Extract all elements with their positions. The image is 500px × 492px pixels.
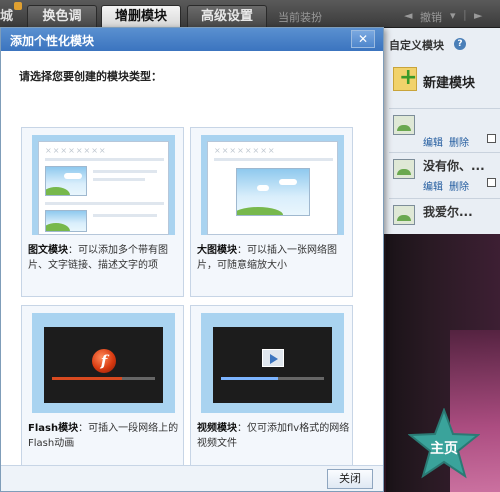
divider xyxy=(214,158,333,161)
dialog-footer: 关闭 xyxy=(1,465,383,491)
placeholder-marks: ×××××××× xyxy=(214,146,276,155)
module-title: 我爱尔... xyxy=(423,205,473,219)
flash-progress-bar xyxy=(52,377,155,380)
divider xyxy=(45,158,164,161)
card-description: 图文模块：可以添加多个带有图片、文字链接、描述文字的项 xyxy=(28,245,168,271)
delete-link[interactable]: 删除 xyxy=(449,178,469,193)
new-badge-icon xyxy=(14,2,22,10)
player-screen xyxy=(213,327,332,403)
dialog-body: 请选择您要创建的模块类型： ×××××××× 图文模块：可以添加多个带有图片、文… xyxy=(1,51,383,475)
card-video-module[interactable]: 视频模块：仅可添加flv格式的网络视频文件 xyxy=(190,305,353,475)
new-module-button[interactable]: 新建模块 xyxy=(389,63,500,99)
card-description: Flash模块：可插入一段网络上的Flash动画 xyxy=(28,423,179,449)
webpage-mockup: ×××××××× xyxy=(38,141,169,235)
custom-modules-panel: 自定义模块 ? 新建模块 编辑 删除 没有你、... 编辑 删除 我爱尔... xyxy=(380,28,500,234)
card-image-text-module[interactable]: ×××××××× 图文模块：可以添加多个带有图片、文字链接、描述文字的项 xyxy=(21,127,184,297)
module-thumbnail-icon xyxy=(393,115,415,135)
edit-link[interactable]: 编辑 xyxy=(423,178,443,193)
module-checkbox[interactable] xyxy=(487,178,496,187)
top-tab-bar: 城 换色调 增删模块 高级设置 当前装扮 ◄ 撤销 ▾ | ► xyxy=(0,0,500,28)
webpage-mockup: ×××××××× xyxy=(207,141,338,235)
card-description: 视频模块：仅可添加flv格式的网络视频文件 xyxy=(197,423,350,449)
panel-title: 自定义模块 xyxy=(389,39,444,52)
placeholder-marks: ×××××××× xyxy=(45,146,107,155)
video-progress-bar xyxy=(221,377,324,380)
module-checkbox[interactable] xyxy=(487,134,496,143)
flash-preview: f xyxy=(32,313,175,413)
help-icon[interactable]: ? xyxy=(454,38,466,50)
progress-fill xyxy=(52,377,123,380)
text-line xyxy=(93,214,157,217)
flash-icon: f xyxy=(92,349,116,373)
card-description: 大图模块：可以插入一张网络图片，可随意缩放大小 xyxy=(197,245,337,271)
dialog-titlebar: 添加个性化模块 ✕ xyxy=(1,28,383,51)
module-item: 编辑 删除 xyxy=(389,108,500,150)
progress-fill xyxy=(221,377,278,380)
landscape-icon xyxy=(236,168,310,216)
chevron-down-icon[interactable]: ▾ xyxy=(450,9,456,22)
big-image-preview: ×××××××× xyxy=(201,135,344,235)
new-module-label: 新建模块 xyxy=(423,76,476,91)
landscape-icon xyxy=(45,210,87,232)
undo-button[interactable]: 撤销 xyxy=(420,9,442,25)
tab-change-color[interactable]: 换色调 xyxy=(27,5,97,28)
text-line xyxy=(93,178,145,181)
card-big-image-module[interactable]: ×××××××× 大图模块：可以插入一张网络图片，可随意缩放大小 xyxy=(190,127,353,297)
video-preview xyxy=(201,313,344,413)
tab-add-remove-modules[interactable]: 增删模块 xyxy=(101,5,181,28)
home-label[interactable]: 主页 xyxy=(430,438,458,458)
card-flash-module[interactable]: f Flash模块：可插入一段网络上的Flash动画 xyxy=(21,305,184,475)
redo-arrow-icon[interactable]: ► xyxy=(474,9,482,22)
edit-link[interactable]: 编辑 xyxy=(423,134,443,149)
module-thumbnail-icon xyxy=(393,159,415,179)
undo-arrow-icon[interactable]: ◄ xyxy=(404,9,412,22)
player-screen: f xyxy=(44,327,163,403)
module-item: 没有你、... 编辑 删除 xyxy=(389,152,500,194)
current-dress-link[interactable]: 当前装扮 xyxy=(278,9,322,25)
tab-partial[interactable]: 城 xyxy=(0,5,13,24)
close-icon[interactable]: ✕ xyxy=(351,30,375,48)
add-module-dialog: 添加个性化模块 ✕ 请选择您要创建的模块类型： ×××××××× 图文模块：可以… xyxy=(0,27,384,492)
module-thumbnail-icon xyxy=(393,205,415,225)
landscape-icon xyxy=(45,166,87,196)
tab-advanced-settings[interactable]: 高级设置 xyxy=(187,5,267,28)
close-button[interactable]: 关闭 xyxy=(327,469,373,489)
divider: | xyxy=(463,8,467,21)
delete-link[interactable]: 删除 xyxy=(449,134,469,149)
module-title: 没有你、... xyxy=(423,159,485,173)
module-item: 我爱尔... xyxy=(389,198,500,240)
text-line xyxy=(93,170,157,173)
video-film-icon xyxy=(262,349,284,367)
dialog-title: 添加个性化模块 xyxy=(10,34,95,48)
divider xyxy=(45,202,164,205)
dialog-prompt: 请选择您要创建的模块类型： xyxy=(19,70,162,83)
add-module-icon xyxy=(393,65,417,91)
image-text-preview: ×××××××× xyxy=(32,135,175,235)
